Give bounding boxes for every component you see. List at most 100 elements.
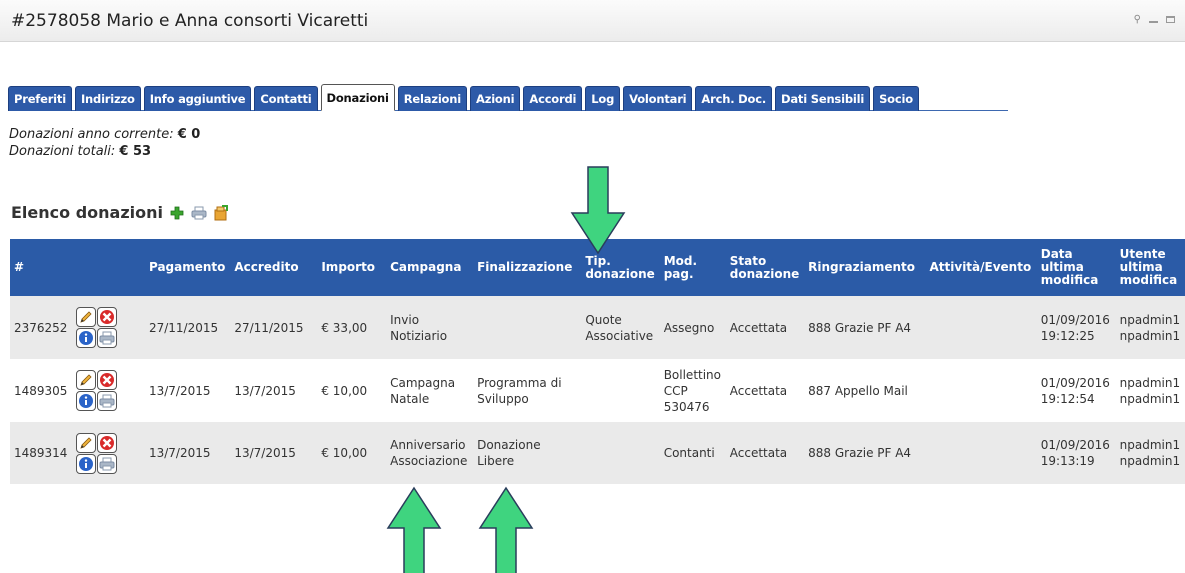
cell-attivita: [925, 359, 1037, 422]
cell-data-modifica: 01/09/2016 19:12:54: [1036, 359, 1116, 422]
tab-accordi[interactable]: Accordi: [523, 86, 583, 111]
cell-line: Associative: [585, 328, 654, 343]
tab-socio[interactable]: Socio: [873, 86, 919, 111]
tab-log[interactable]: Log: [585, 86, 621, 111]
cell-line: Natale: [390, 391, 430, 406]
info-button[interactable]: [76, 391, 97, 411]
donations-list-header: Elenco donazioni: [11, 203, 229, 222]
cell-line: 19:13:19: [1040, 454, 1095, 468]
info-button[interactable]: [76, 328, 97, 348]
header-pagamento[interactable]: Pagamento: [144, 239, 231, 296]
delete-button[interactable]: [97, 432, 118, 453]
total-label: Donazioni totali:: [9, 144, 116, 159]
tab-azioni[interactable]: Azioni: [470, 86, 521, 111]
header-campagna[interactable]: Campagna: [386, 239, 474, 296]
tab-dati-sensibili[interactable]: Dati Sensibili: [775, 86, 871, 111]
cell-tipo: [581, 422, 660, 484]
window-controls: ⚲: [1134, 14, 1175, 25]
tab-arch-doc[interactable]: Arch. Doc.: [695, 86, 773, 111]
maximize-icon[interactable]: [1166, 16, 1175, 23]
header-ringraziamento[interactable]: Ringraziamento: [804, 239, 926, 296]
cell-accredito: 13/7/2015: [230, 359, 318, 422]
cell-line: Sviluppo: [477, 391, 529, 406]
cell-line: npadmin1: [1119, 312, 1181, 327]
header-data-modifica[interactable]: Data ultima modifica: [1036, 239, 1116, 296]
header-mod-pag[interactable]: Mod. pag.: [659, 239, 726, 296]
tab-indirizzo[interactable]: Indirizzo: [74, 86, 141, 111]
print-icon: [99, 457, 115, 471]
tab-info-aggiuntive[interactable]: Info aggiuntive: [143, 86, 252, 111]
cell-campagna: Anniversario Associazione: [386, 422, 474, 484]
print-button[interactable]: [97, 391, 118, 411]
delete-button[interactable]: [97, 307, 118, 327]
table-row: 1489305 13/7/2015 13/7/2015 € 10,00 Campagna…: [10, 359, 1185, 422]
edit-button[interactable]: [76, 307, 97, 327]
edit-button[interactable]: [76, 370, 97, 390]
header-finalizzazione[interactable]: Finalizzazione: [473, 239, 582, 296]
cell-line: Donazione: [477, 438, 541, 452]
donations-table: # Pagamento Accredito Importo Campagna Finali…: [10, 239, 1185, 484]
delete-icon: [99, 309, 115, 325]
cell-line: Pagamento: [148, 260, 226, 274]
row-actions: [76, 432, 118, 474]
list-title: Elenco donazioni: [11, 203, 163, 222]
print-button[interactable]: [97, 453, 118, 474]
cell-line: donazione: [585, 266, 655, 281]
cell-line: #: [14, 260, 25, 274]
edit-button[interactable]: [76, 432, 97, 453]
tab-contatti[interactable]: Contatti: [254, 86, 318, 111]
cell-ringraziamento: 888 Grazie PF A4: [804, 296, 926, 359]
info-icon: [78, 456, 94, 472]
cell-line: Anniversario: [390, 438, 466, 452]
cell-line: Tip.: [585, 253, 611, 268]
cell-utente: npadmin1 npadmin1: [1115, 296, 1185, 359]
cell-line: Bollettino: [663, 367, 722, 382]
pin-icon[interactable]: ⚲: [1134, 14, 1141, 25]
add-icon[interactable]: [169, 205, 185, 221]
header-id[interactable]: #: [10, 239, 73, 296]
cell-line: npadmin1: [1119, 454, 1181, 468]
cell-line: Campagna: [390, 375, 456, 390]
cell-line: Associazione: [390, 454, 468, 468]
header-stato[interactable]: Stato donazione: [725, 239, 805, 296]
header-accredito[interactable]: Accredito: [230, 239, 318, 296]
delete-icon: [99, 372, 115, 388]
cell-line: CCP: [663, 383, 688, 398]
minimize-icon[interactable]: [1149, 20, 1158, 23]
cell-stato: Accettata: [725, 422, 805, 484]
cell-pagamento: 13/7/2015: [144, 422, 231, 484]
cell-line: npadmin1: [1119, 375, 1181, 390]
cell-data-modifica: 01/09/2016 19:12:25: [1036, 296, 1116, 359]
header-actions: [72, 239, 145, 296]
window-title: #2578058 Mario e Anna consorti Vicaretti: [11, 11, 369, 31]
cell-campagna: Campagna Natale: [386, 359, 474, 422]
cell-line: Campagna: [390, 260, 462, 274]
print-button[interactable]: [97, 328, 118, 348]
cell-line: npadmin1: [1119, 328, 1181, 343]
cell-line: Importo: [321, 260, 376, 274]
cell-line: Programma di: [477, 375, 562, 390]
tab-preferiti[interactable]: Preferiti: [8, 86, 72, 111]
cell-line: Notiziario: [390, 328, 448, 343]
export-icon[interactable]: [213, 204, 229, 221]
cell-pagamento: 27/11/2015: [144, 296, 231, 359]
tab-volontari[interactable]: Volontari: [623, 86, 693, 111]
info-button[interactable]: [76, 453, 97, 474]
cell-mod-pag: Bollettino CCP 530476: [659, 359, 726, 422]
cell-line: 19:12:25: [1040, 328, 1095, 343]
cell-id: 1489305: [10, 359, 73, 422]
delete-icon: [99, 435, 115, 451]
table-body: 2376252 27/11/2015 27/11/2015 € 33,00 Invio N…: [10, 296, 1185, 484]
header-importo[interactable]: Importo: [317, 239, 387, 296]
info-icon: [78, 393, 94, 409]
tab-donazioni[interactable]: Donazioni: [320, 84, 395, 111]
header-utente[interactable]: Utente ultima modifica: [1115, 239, 1185, 296]
tab-relazioni[interactable]: Relazioni: [397, 86, 467, 111]
delete-button[interactable]: [97, 370, 118, 390]
cell-mod-pag: Contanti: [659, 422, 726, 484]
cell-attivita: [925, 296, 1037, 359]
header-attivita[interactable]: Attività/Evento: [925, 239, 1037, 296]
cell-line: Accredito: [234, 260, 299, 274]
print-icon[interactable]: [191, 205, 207, 221]
cell-mod-pag: Assegno: [659, 296, 726, 359]
